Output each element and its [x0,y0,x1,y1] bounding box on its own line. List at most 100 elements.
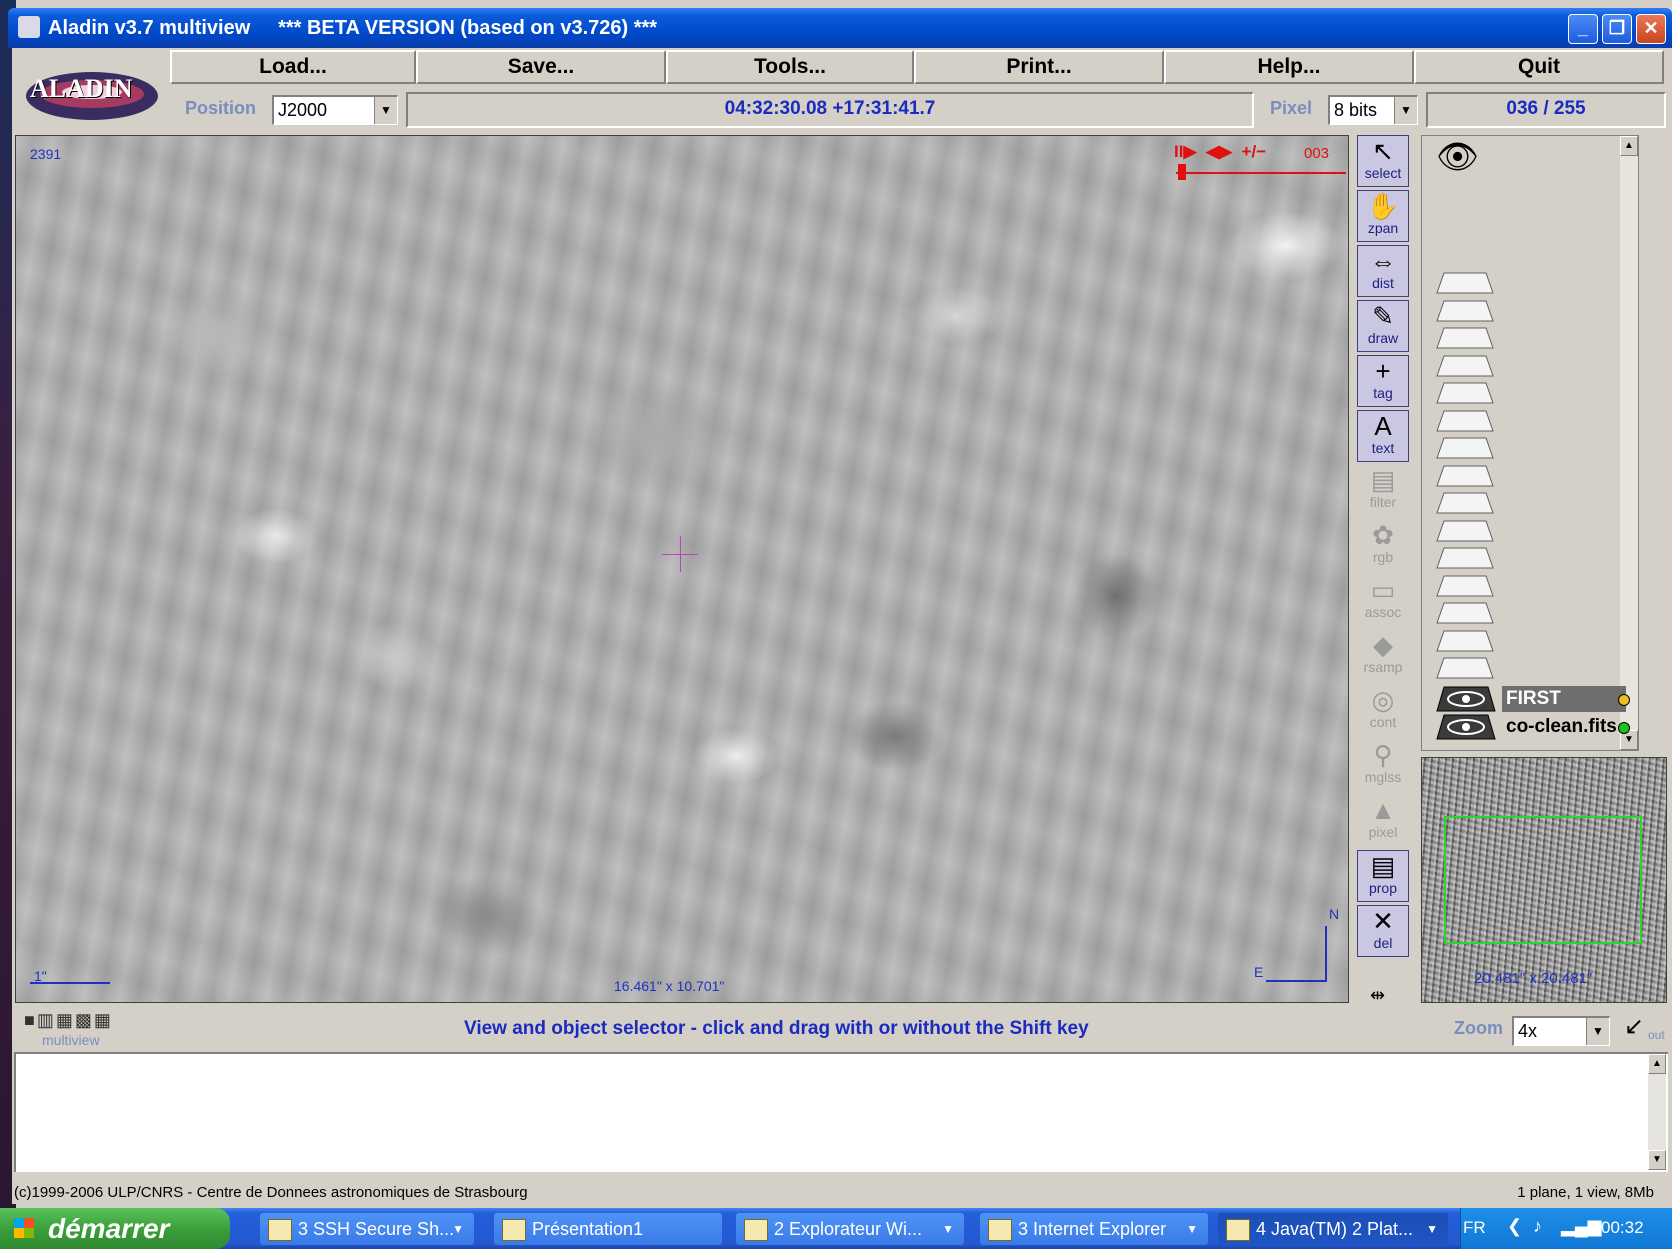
taskbar-item[interactable]: 3 Internet Explorer ▼ [980,1213,1208,1245]
tool-draw-button[interactable]: ✎ draw [1357,300,1409,352]
pixel-mode-value: 8 bits [1334,100,1378,120]
tool-del-button[interactable]: ✕ del [1357,905,1409,957]
empty-plane-slot[interactable] [1436,272,1494,294]
chevron-down-icon[interactable]: ▼ [1426,1213,1438,1245]
compass-north: N [1329,906,1340,922]
app-icon [18,16,40,38]
position-label: Position [185,98,256,118]
volume-icon[interactable]: ♪ [1533,1216,1542,1237]
resize-handle-icon[interactable]: ⇹ [1370,985,1385,1006]
image-view[interactable]: 2391 II▶ ◀▶ +/− 003 1" 16.461" x 10.701"… [15,135,1349,1003]
tools-button[interactable]: Tools... [666,50,914,84]
eye-icon[interactable]: 👁 [1436,140,1479,174]
empty-plane-slot[interactable] [1436,520,1494,542]
chevron-down-icon[interactable]: ▼ [1394,97,1417,124]
scroll-up-icon[interactable]: ▲ [1648,1054,1666,1074]
tool-tag-button[interactable]: + tag [1357,355,1409,407]
animation-controls[interactable]: II▶ ◀▶ +/− [1174,142,1266,162]
load-button[interactable]: Load... [170,50,416,84]
tool-dist-button[interactable]: ⇔ dist [1357,245,1409,297]
print-button[interactable]: Print... [914,50,1164,84]
zoom-view-frame[interactable] [1444,816,1642,944]
tool-prop-button[interactable]: ▤ prop [1357,850,1409,902]
zoom-view-size: 20.481" x 20.481" [1474,970,1593,987]
close-button[interactable]: ✕ [1636,14,1666,44]
empty-plane-slot[interactable] [1436,465,1494,487]
empty-plane-slot[interactable] [1436,547,1494,569]
language-indicator[interactable]: FR [1463,1218,1486,1238]
save-button[interactable]: Save... [416,50,666,84]
taskbar-item[interactable]: Présentation1 [494,1213,722,1245]
tool-label: select [1364,165,1402,181]
scroll-up-icon[interactable]: ▲ [1620,136,1638,156]
zoom-out-label: out [1648,1028,1665,1042]
chevron-down-icon[interactable]: ▼ [452,1213,464,1245]
pixel-value-text: 036 / 255 [1506,98,1586,119]
plane-item[interactable]: FIRST [1436,686,1638,712]
empty-plane-slot[interactable] [1436,575,1494,597]
field-size: 16.461" x 10.701" [614,978,725,994]
logo-text: ALADIN [30,74,133,103]
help-button[interactable]: Help... [1164,50,1414,84]
pixel-mode-select[interactable]: 8 bits ▼ [1328,95,1418,125]
maximize-button[interactable]: ❐ [1602,14,1632,44]
tool-pixel-icon: ▲ [1370,795,1396,825]
frame-select[interactable]: J2000 ▼ [272,95,398,125]
scroll-down-icon[interactable]: ▼ [1648,1150,1666,1170]
tool-zpan-button[interactable]: ✋ zpan [1357,190,1409,242]
tool-zpan-icon: ✋ [1366,191,1400,221]
animation-slider-track[interactable] [1176,172,1346,174]
app-icon [744,1219,768,1241]
window-title: Aladin v3.7 multiview *** BETA VERSION (… [48,17,658,39]
taskbar-item-label: 3 SSH Secure Sh... [298,1219,455,1239]
chevron-down-icon[interactable]: ▼ [942,1213,954,1245]
tool-text-button[interactable]: Atext [1357,410,1409,462]
pixel-value-display: 036 / 255 [1426,92,1666,128]
start-button[interactable]: démarrer [0,1208,230,1249]
console-area[interactable]: ▲ ▼ [14,1052,1668,1172]
empty-plane-slot[interactable] [1436,437,1494,459]
animation-frame: 003 [1304,145,1330,162]
chevron-down-icon[interactable]: ▼ [1586,1018,1609,1045]
status-row: ■▥▦▩▦ multiview View and object selector… [12,1008,1668,1052]
zoom-label: Zoom [1454,1018,1503,1038]
zoom-out-icon[interactable]: ↙ [1624,1012,1644,1041]
plane-name: co-clean.fits [1506,716,1617,737]
quit-button[interactable]: Quit [1414,50,1664,84]
animation-slider-handle[interactable] [1178,164,1186,180]
window-titlebar[interactable]: Aladin v3.7 multiview *** BETA VERSION (… [8,8,1672,48]
chevron-down-icon[interactable]: ▼ [1186,1213,1198,1245]
empty-plane-slot[interactable] [1436,300,1494,322]
chevron-down-icon[interactable]: ▼ [374,97,397,124]
console-scrollbar[interactable]: ▲ ▼ [1648,1054,1666,1170]
minimize-button[interactable]: _ [1568,14,1598,44]
empty-plane-slot[interactable] [1436,602,1494,624]
zoom-select[interactable]: 4x ▼ [1512,1016,1610,1046]
empty-plane-slot[interactable] [1436,355,1494,377]
empty-plane-slot[interactable] [1436,327,1494,349]
stack-scrollbar[interactable]: ▲ ▼ [1620,136,1638,750]
tool-label: text [1371,440,1395,456]
multiview-icons[interactable]: ■▥▦▩▦ [24,1010,144,1030]
zoom-value: 4x [1518,1021,1538,1041]
tool-palette: ↖ select ✋ zpan ⇔ dist ✎ draw + tag Atext ▤ filter ✿ r… [1357,135,1411,1005]
coordinates-display[interactable]: 04:32:30.08 +17:31:41.7 [406,92,1254,128]
taskbar-item-label: 4 Java(TM) 2 Plat... [1256,1219,1414,1239]
tool-text-icon: A [1374,411,1392,441]
image-plane-icon [1436,686,1496,712]
compass-east: E [1254,964,1264,980]
empty-plane-slot[interactable] [1436,492,1494,514]
network-icon[interactable]: ❮ [1507,1216,1522,1237]
empty-plane-slot[interactable] [1436,657,1494,679]
taskbar-item[interactable]: 4 Java(TM) 2 Plat... ▼ [1218,1213,1448,1245]
empty-plane-slot[interactable] [1436,410,1494,432]
taskbar-item[interactable]: 3 SSH Secure Sh... ▼ [260,1213,474,1245]
empty-plane-slot[interactable] [1436,382,1494,404]
reticle-v [680,536,681,572]
tool-select-button[interactable]: ↖ select [1357,135,1409,187]
signal-icon[interactable]: ▂▄▆ [1561,1216,1601,1237]
taskbar-item[interactable]: 2 Explorateur Wi... ▼ [736,1213,964,1245]
empty-plane-slot[interactable] [1436,630,1494,652]
tool-rgb-icon: ✿ [1372,520,1394,550]
plane-item[interactable]: co-clean.fits [1436,714,1638,740]
